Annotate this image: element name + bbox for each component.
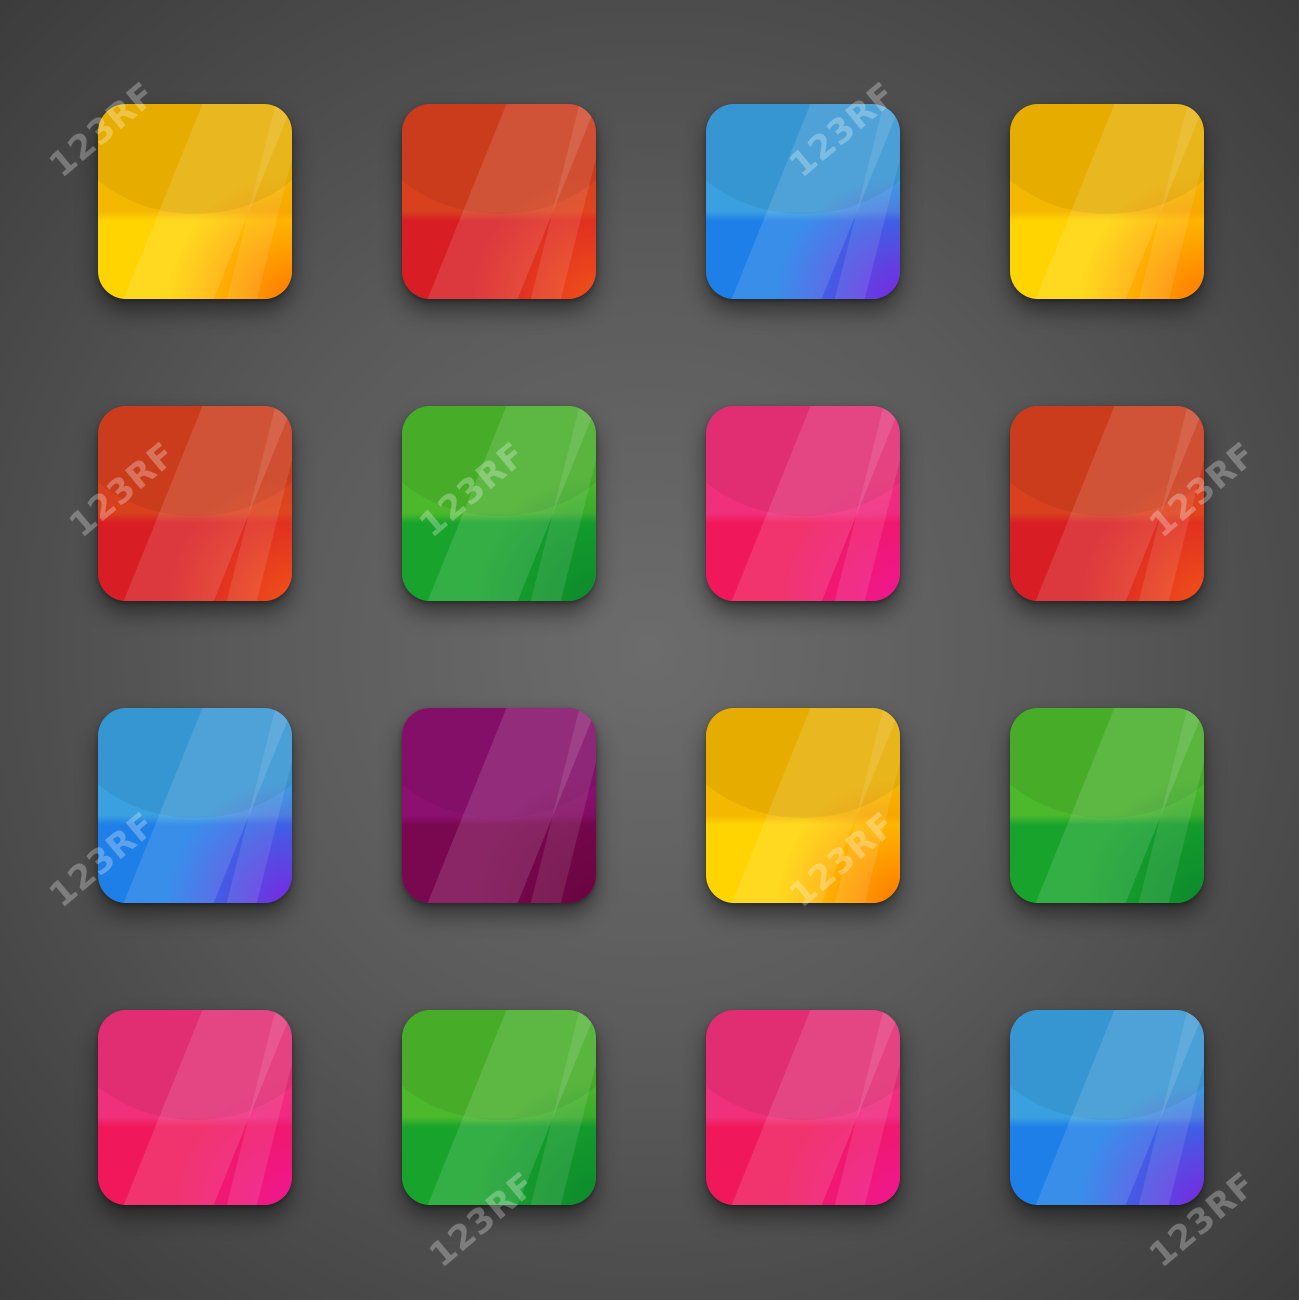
app-button-blue[interactable] bbox=[706, 104, 900, 299]
app-button-blue[interactable] bbox=[98, 708, 292, 903]
app-button-yellow[interactable] bbox=[98, 104, 292, 299]
app-button-green[interactable] bbox=[402, 406, 596, 601]
app-button-red[interactable] bbox=[402, 104, 596, 299]
app-button-red[interactable] bbox=[98, 406, 292, 601]
app-button-yellow[interactable] bbox=[1010, 104, 1204, 299]
app-button-red[interactable] bbox=[1010, 406, 1204, 601]
app-button-pink[interactable] bbox=[98, 1010, 292, 1205]
app-button-pink[interactable] bbox=[706, 406, 900, 601]
app-button-blue[interactable] bbox=[1010, 1010, 1204, 1205]
app-button-green[interactable] bbox=[402, 1010, 596, 1205]
button-grid bbox=[0, 0, 1299, 1300]
app-button-pink[interactable] bbox=[706, 1010, 900, 1205]
app-button-purple[interactable] bbox=[402, 708, 596, 903]
app-button-yellow[interactable] bbox=[706, 708, 900, 903]
app-button-green[interactable] bbox=[1010, 708, 1204, 903]
